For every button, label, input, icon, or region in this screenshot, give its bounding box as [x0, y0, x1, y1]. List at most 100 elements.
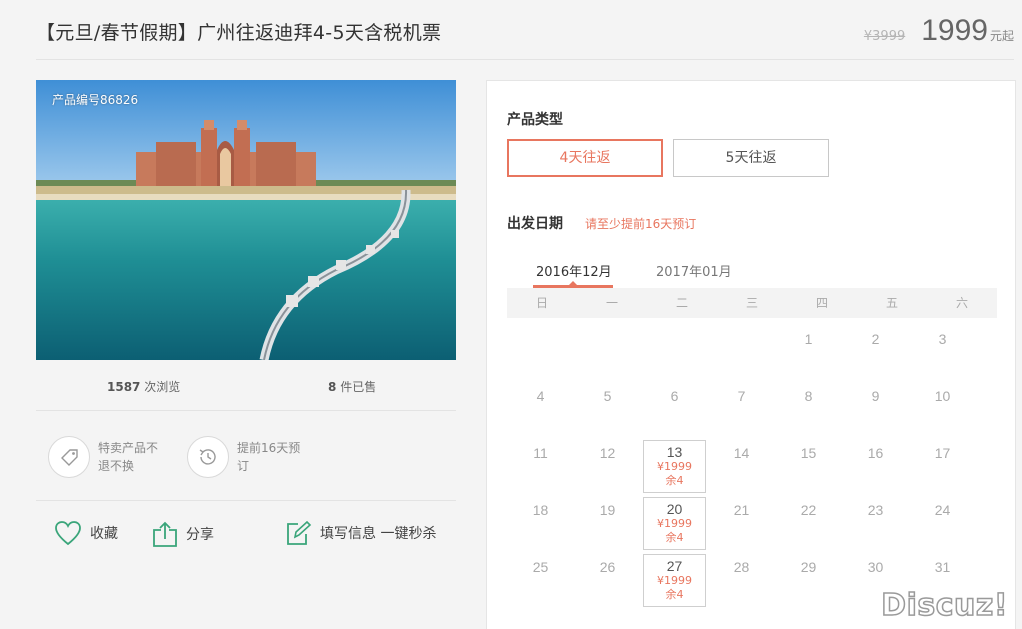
- share-button[interactable]: 分享: [152, 520, 214, 548]
- divider: [36, 410, 456, 411]
- date-number: 26: [599, 559, 616, 575]
- edit-icon: [287, 520, 312, 545]
- heart-icon: [55, 521, 81, 546]
- calendar-week: 1 2 3: [507, 327, 997, 384]
- calendar-cell: [507, 327, 574, 384]
- calendar-cell: 20 ¥1999 余4: [641, 497, 708, 555]
- date-number: 15: [800, 445, 817, 461]
- favorite-label: 收藏: [90, 526, 118, 542]
- calendar-cell: 8: [775, 384, 842, 441]
- calendar-cell: 2: [842, 327, 909, 384]
- feature-text: 提前16天预订: [237, 441, 301, 473]
- date-number: 1: [804, 331, 813, 347]
- calendar-cell: 28: [708, 555, 775, 612]
- calendar-cell: 1: [775, 327, 842, 384]
- available-date[interactable]: 20 ¥1999 余4: [643, 497, 706, 550]
- date-number: 20: [666, 501, 683, 517]
- calendar-cell: 12: [574, 441, 641, 498]
- date-remaining: 余4: [665, 588, 684, 601]
- calendar-cell: 15: [775, 441, 842, 498]
- date-number: 5: [603, 388, 612, 404]
- date-number: 14: [733, 445, 750, 461]
- views-count: 1587: [107, 380, 141, 394]
- date-number: 7: [737, 388, 746, 404]
- calendar-cell: 21: [708, 498, 775, 555]
- fill-info-button[interactable]: 填写信息 一键秒杀: [286, 520, 436, 546]
- date-number: 29: [800, 559, 817, 575]
- share-icon: [153, 521, 177, 547]
- date-number: 6: [670, 388, 679, 404]
- header-divider: [36, 59, 1014, 60]
- calendar-cell: 10: [909, 384, 976, 441]
- calendar-cell: 27 ¥1999 余4: [641, 554, 708, 612]
- date-remaining: 余4: [665, 474, 684, 487]
- weekday-fri: 五: [885, 296, 898, 310]
- weekday-tue: 二: [675, 296, 688, 310]
- current-price: 1999: [921, 14, 988, 47]
- month-tab-jan-2017[interactable]: 2017年01月: [656, 261, 732, 280]
- feature-text: 特卖产品不退不换: [98, 441, 159, 473]
- calendar-cell: [708, 327, 775, 384]
- clock-icon: [187, 436, 229, 478]
- favorite-button[interactable]: 收藏: [54, 520, 118, 546]
- date-number: 27: [666, 558, 683, 574]
- product-type-label: 产品类型: [507, 112, 563, 128]
- tag-icon: [48, 436, 90, 478]
- divider: [36, 500, 456, 501]
- weekday-sun: 日: [535, 296, 548, 310]
- date-number: 19: [599, 502, 616, 518]
- calendar-cell: 9: [842, 384, 909, 441]
- calendar-cell: [641, 327, 708, 384]
- calendar-cell: 11: [507, 441, 574, 498]
- date-price: ¥1999: [657, 517, 692, 530]
- type-option-5-days[interactable]: 5天往返: [673, 139, 829, 177]
- page-title: 【元旦/春节假期】广州往返迪拜4-5天含税机票: [36, 22, 442, 44]
- sold-count: 8: [328, 380, 337, 394]
- type-option-4-days[interactable]: 4天往返: [507, 139, 663, 177]
- views-stat: 1587 次浏览: [107, 378, 180, 395]
- sold-stat: 8 件已售: [328, 378, 376, 395]
- calendar-cell: 26: [574, 555, 641, 612]
- weekday-sat: 六: [955, 296, 968, 310]
- date-number: 22: [800, 502, 817, 518]
- calendar-week: 18 19 20 ¥1999 余4 21 22 23 24: [507, 497, 997, 555]
- price-unit: 元起: [989, 29, 1014, 43]
- calendar-cell: 22: [775, 498, 842, 555]
- date-number: 9: [871, 388, 880, 404]
- calendar-cell: 19: [574, 498, 641, 555]
- date-number: 10: [934, 388, 951, 404]
- calendar-cell: 16: [842, 441, 909, 498]
- calendar-cell: 17: [909, 441, 976, 498]
- calendar-cell: 13 ¥1999 余4: [641, 440, 708, 498]
- date-number: 2: [871, 331, 880, 347]
- product-code: 产品编号86826: [52, 93, 139, 107]
- calendar-week: 4 5 6 7 8 9 10: [507, 384, 997, 441]
- date-number: 18: [532, 502, 549, 518]
- calendar-cell: 14: [708, 441, 775, 498]
- feature-no-refund: 特卖产品不退不换: [48, 436, 164, 478]
- booking-panel: 产品类型 4天往返 5天往返 出发日期 请至少提前16天预订 2016年12月 …: [486, 80, 1016, 629]
- date-number: 25: [532, 559, 549, 575]
- date-number: 13: [666, 444, 683, 460]
- departure-date-label: 出发日期: [507, 216, 563, 232]
- available-date[interactable]: 27 ¥1999 余4: [643, 554, 706, 607]
- calendar-grid: 1 2 3 4 5 6 7 8 9 10 11 12 13 ¥1999 余4 14 15 16 17 18 19 20 ¥1…: [507, 327, 997, 612]
- date-number: 17: [934, 445, 951, 461]
- product-photo: 产品编号86826: [36, 80, 456, 360]
- calendar-cell: 3: [909, 327, 976, 384]
- product-stats: 1587 次浏览 8 件已售: [36, 378, 456, 398]
- date-remaining: 余4: [665, 531, 684, 544]
- available-date[interactable]: 13 ¥1999 余4: [643, 440, 706, 493]
- date-number: 12: [599, 445, 616, 461]
- calendar-cell: [574, 327, 641, 384]
- fill-info-label: 填写信息 一键秒杀: [320, 526, 437, 542]
- date-number: 16: [867, 445, 884, 461]
- date-number: 23: [867, 502, 884, 518]
- date-number: 8: [804, 388, 813, 404]
- calendar-week: 11 12 13 ¥1999 余4 14 15 16 17: [507, 440, 997, 498]
- watermark-logo: Discuz!: [880, 587, 1008, 624]
- active-month-caret: [568, 281, 578, 286]
- weekday-header: 日 一 二 三 四 五 六: [507, 288, 997, 318]
- calendar-cell: 25: [507, 555, 574, 612]
- month-tab-dec-2016[interactable]: 2016年12月: [536, 261, 612, 280]
